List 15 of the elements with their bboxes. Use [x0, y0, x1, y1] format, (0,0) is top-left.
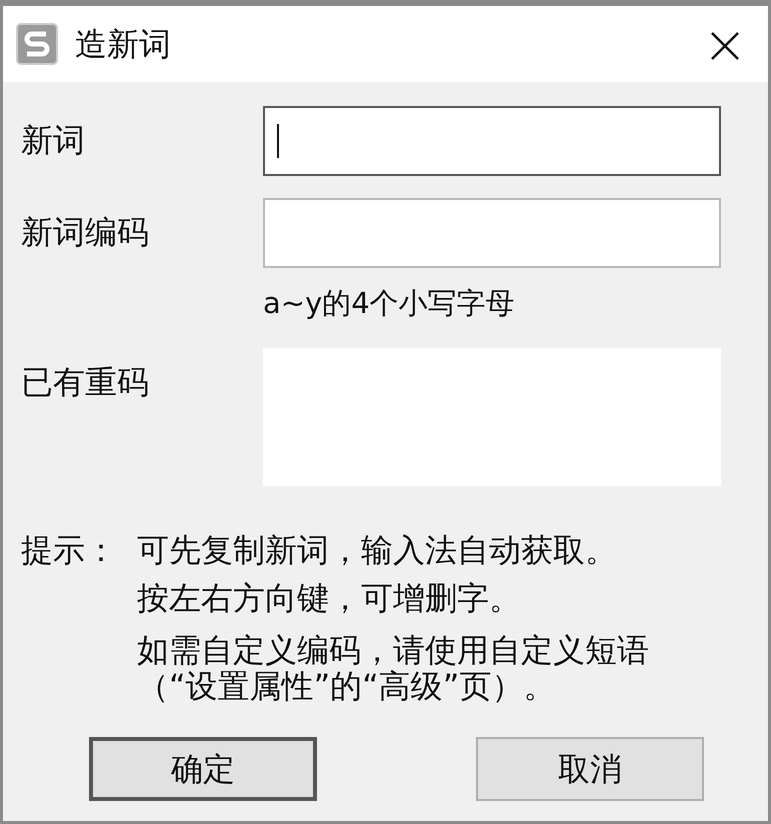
tip-text: 按左右方向键，可增删字。: [137, 578, 522, 618]
window-title: 造新词: [75, 24, 171, 65]
input-field[interactable]: [263, 198, 721, 268]
tip-label: 提示：: [21, 530, 118, 570]
app-icon: [15, 22, 59, 66]
field-label: 新词编码: [21, 212, 150, 253]
tip-note: 如需自定义编码，请使用自定义短语（“设置属性”的“高级”页）。: [137, 632, 650, 706]
ok-button[interactable]: 确定: [89, 737, 317, 801]
hint-text: a~y的4个小写字母: [263, 285, 516, 322]
input-field[interactable]: [263, 106, 721, 176]
field-label: 新词: [21, 120, 86, 161]
close-icon: [710, 31, 740, 62]
field-label: 已有重码: [21, 362, 150, 402]
cancel-button[interactable]: 取消: [476, 737, 704, 801]
tip-text: 可先复制新词，输入法自动获取。: [137, 530, 618, 570]
